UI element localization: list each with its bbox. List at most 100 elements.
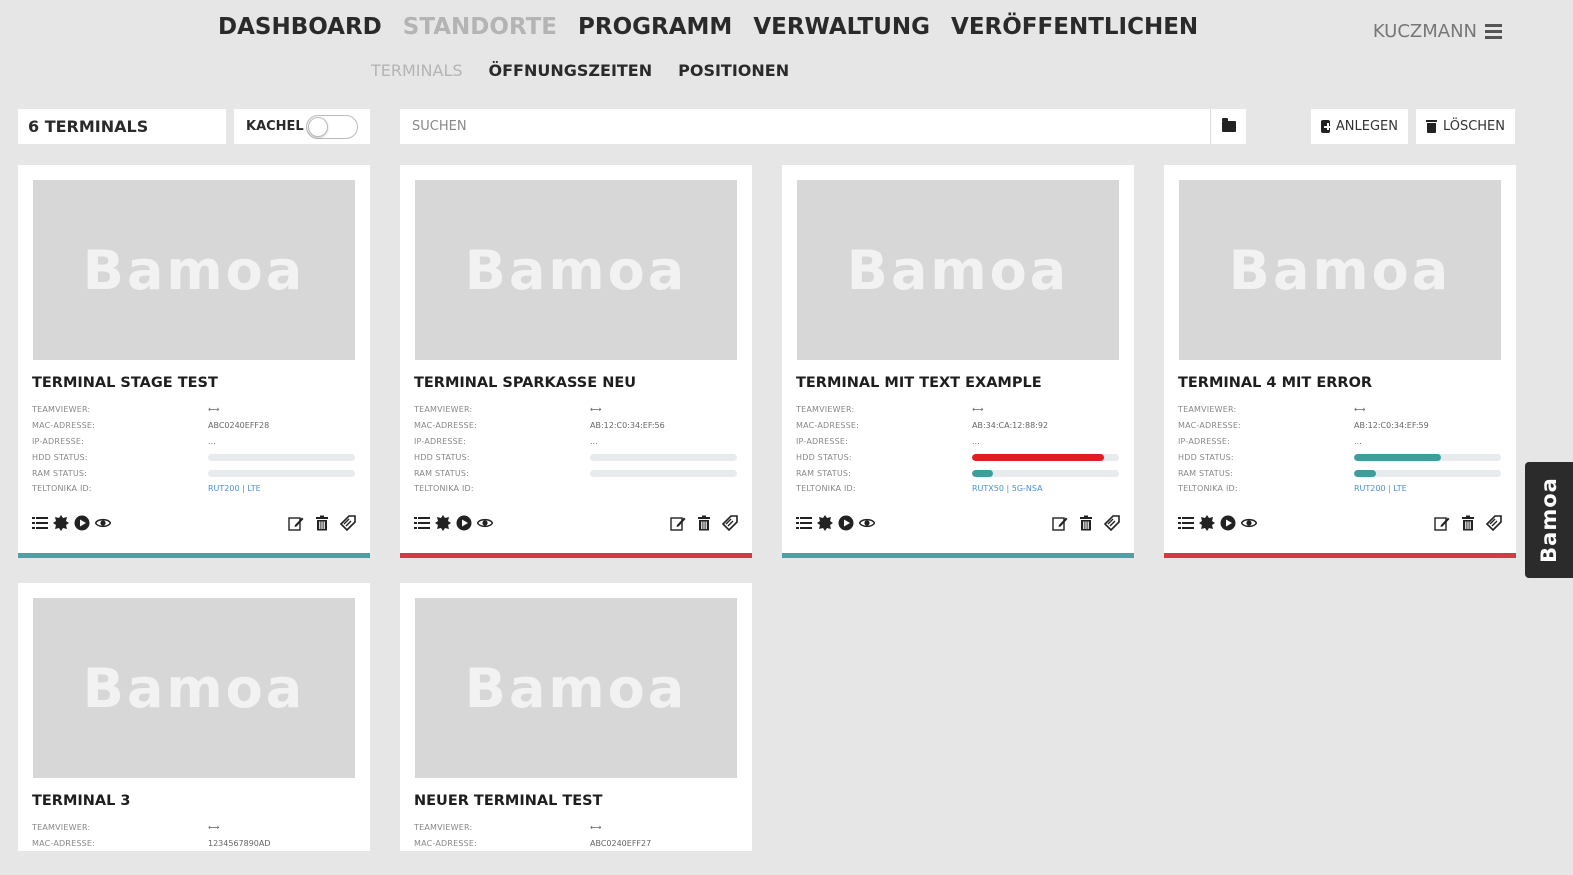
thumbnail-logo: Bamoa <box>464 238 688 302</box>
tag-icon[interactable] <box>1486 515 1502 531</box>
terminal-thumbnail[interactable]: Bamoa <box>1179 180 1501 360</box>
eye-icon[interactable] <box>859 515 875 531</box>
info-value-teamviewer: ⟷ <box>590 823 602 833</box>
terminal-info: TEAMVIEWER: ⟷ MAC-ADRESSE: AB:34:CA:12:88:9… <box>796 402 1120 497</box>
info-label-teltonika: TELTONIKA ID: <box>1178 484 1238 494</box>
terminal-title[interactable]: TERMINAL 3 <box>32 793 131 809</box>
edit-icon[interactable] <box>1434 515 1450 531</box>
info-label-ip: IP-ADRESSE: <box>796 436 849 446</box>
subnav-positionen[interactable]: POSITIONEN <box>678 61 789 80</box>
terminal-card[interactable]: Bamoa NEUER TERMINAL TEST TEAMVIEWER: ⟷ MAC-… <box>400 583 752 851</box>
info-row-ip: IP-ADRESSE:... <box>414 434 738 450</box>
eye-icon[interactable] <box>477 515 493 531</box>
card-actions-left <box>796 515 875 531</box>
certificate-icon[interactable] <box>53 515 69 531</box>
edit-icon[interactable] <box>1052 515 1068 531</box>
trash-icon[interactable] <box>1078 515 1094 531</box>
hdd-progress-bar <box>208 453 355 461</box>
tag-icon[interactable] <box>722 515 738 531</box>
tag-icon[interactable] <box>1104 515 1120 531</box>
subnav-oeffnungszeiten[interactable]: ÖFFNUNGSZEITEN <box>489 61 653 80</box>
info-label-ip: IP-ADRESSE: <box>1178 436 1231 446</box>
folder-button[interactable] <box>1210 109 1246 144</box>
list-icon[interactable] <box>1178 515 1194 531</box>
info-row-hdd: HDD STATUS: <box>1178 449 1502 465</box>
trash-icon[interactable] <box>314 515 330 531</box>
thumbnail-logo: Bamoa <box>1228 238 1452 302</box>
certificate-icon[interactable] <box>1199 515 1215 531</box>
nav-standorte[interactable]: STANDORTE <box>403 14 557 40</box>
list-icon[interactable] <box>796 515 812 531</box>
info-value-teamviewer: ⟷ <box>590 405 602 415</box>
trash-icon[interactable] <box>696 515 712 531</box>
brand-side-tab[interactable]: Bamoa <box>1525 462 1573 578</box>
terminal-title[interactable]: TERMINAL STAGE TEST <box>32 375 218 391</box>
info-row-hdd: HDD STATUS: <box>796 449 1120 465</box>
info-row-teltonika: TELTONIKA ID: RUT200 | LTE <box>1178 481 1502 497</box>
list-icon[interactable] <box>414 515 430 531</box>
terminal-title[interactable]: TERMINAL MIT TEXT EXAMPLE <box>796 375 1042 391</box>
hdd-status <box>590 453 738 461</box>
info-row-ram: RAM STATUS: <box>1178 465 1502 481</box>
search-input[interactable] <box>400 109 1210 144</box>
hdd-progress-bar <box>590 453 737 461</box>
edit-icon[interactable] <box>288 515 304 531</box>
tag-icon[interactable] <box>340 515 356 531</box>
kachel-toggle[interactable] <box>306 114 358 139</box>
info-row-teamviewer: TEAMVIEWER: ⟷ <box>796 402 1120 418</box>
add-button[interactable]: ANLEGEN <box>1311 109 1408 144</box>
card-actions-left <box>1178 515 1257 531</box>
certificate-icon[interactable] <box>817 515 833 531</box>
info-row-ram: RAM STATUS: <box>414 465 738 481</box>
info-value-teltonika[interactable]: RUT200 | LTE <box>1354 484 1502 493</box>
terminal-title[interactable]: TERMINAL 4 MIT ERROR <box>1178 375 1372 391</box>
ram-status <box>972 469 1120 477</box>
info-value-teltonika[interactable]: RUTX50 | 5G-NSA <box>972 484 1120 493</box>
thumbnail-logo: Bamoa <box>82 656 306 720</box>
terminal-card[interactable]: Bamoa TERMINAL STAGE TEST TEAMVIEWER: ⟷ MAC-… <box>18 165 370 558</box>
terminal-thumbnail[interactable]: Bamoa <box>797 180 1119 360</box>
terminal-card[interactable]: Bamoa TERMINAL SPARKASSE NEU TEAMVIEWER: ⟷ M… <box>400 165 752 558</box>
user-name: KUCZMANN <box>1372 21 1477 42</box>
terminal-count: 6 TERMINALS <box>18 109 226 144</box>
eye-icon[interactable] <box>95 515 111 531</box>
info-label-mac: MAC-ADRESSE: <box>32 421 96 431</box>
info-label-mac: MAC-ADRESSE: <box>796 421 860 431</box>
terminal-card[interactable]: Bamoa TERMINAL 4 MIT ERROR TEAMVIEWER: ⟷ MAC… <box>1164 165 1516 558</box>
subnav-terminals[interactable]: TERMINALS <box>371 61 463 80</box>
info-value-teltonika[interactable]: RUT200 | LTE <box>208 484 356 493</box>
info-value-teamviewer: ⟷ <box>972 405 984 415</box>
nav-veroeffentlichen[interactable]: VERÖFFENTLICHEN <box>951 14 1198 40</box>
terminal-title[interactable]: TERMINAL SPARKASSE NEU <box>414 375 636 391</box>
terminal-card[interactable]: Bamoa TERMINAL 3 TEAMVIEWER: ⟷ MAC-ADRESSE: 1… <box>18 583 370 851</box>
eye-icon[interactable] <box>1241 515 1257 531</box>
user-menu[interactable]: KUCZMANN <box>1373 21 1502 42</box>
terminal-thumbnail[interactable]: Bamoa <box>415 598 737 778</box>
terminal-thumbnail[interactable]: Bamoa <box>415 180 737 360</box>
terminal-thumbnail[interactable]: Bamoa <box>33 180 355 360</box>
hamburger-menu-icon[interactable] <box>1485 24 1502 39</box>
play-icon[interactable] <box>838 515 854 531</box>
terminal-card[interactable]: Bamoa TERMINAL MIT TEXT EXAMPLE TEAMVIEWER… <box>782 165 1134 558</box>
play-icon[interactable] <box>456 515 472 531</box>
hdd-progress-bar <box>972 453 1119 461</box>
info-label-ip: IP-ADRESSE: <box>414 436 467 446</box>
delete-button[interactable]: LÖSCHEN <box>1416 109 1515 144</box>
play-icon[interactable] <box>74 515 90 531</box>
ram-progress-fill <box>1354 469 1377 477</box>
nav-verwaltung[interactable]: VERWALTUNG <box>753 14 930 40</box>
play-icon[interactable] <box>1220 515 1236 531</box>
nav-programm[interactable]: PROGRAMM <box>578 14 732 40</box>
terminal-title[interactable]: NEUER TERMINAL TEST <box>414 793 603 809</box>
list-icon[interactable] <box>32 515 48 531</box>
trash-icon[interactable] <box>1460 515 1476 531</box>
edit-icon[interactable] <box>670 515 686 531</box>
card-actions-right <box>288 515 356 531</box>
nav-dashboard[interactable]: DASHBOARD <box>218 14 382 40</box>
kachel-label: KACHEL <box>246 119 304 134</box>
terminal-thumbnail[interactable]: Bamoa <box>33 598 355 778</box>
info-value-mac: AB:12:C0:34:EF:59 <box>1354 421 1429 431</box>
certificate-icon[interactable] <box>435 515 451 531</box>
thumbnail-logo: Bamoa <box>82 238 306 302</box>
info-value-ip: ... <box>972 436 980 446</box>
